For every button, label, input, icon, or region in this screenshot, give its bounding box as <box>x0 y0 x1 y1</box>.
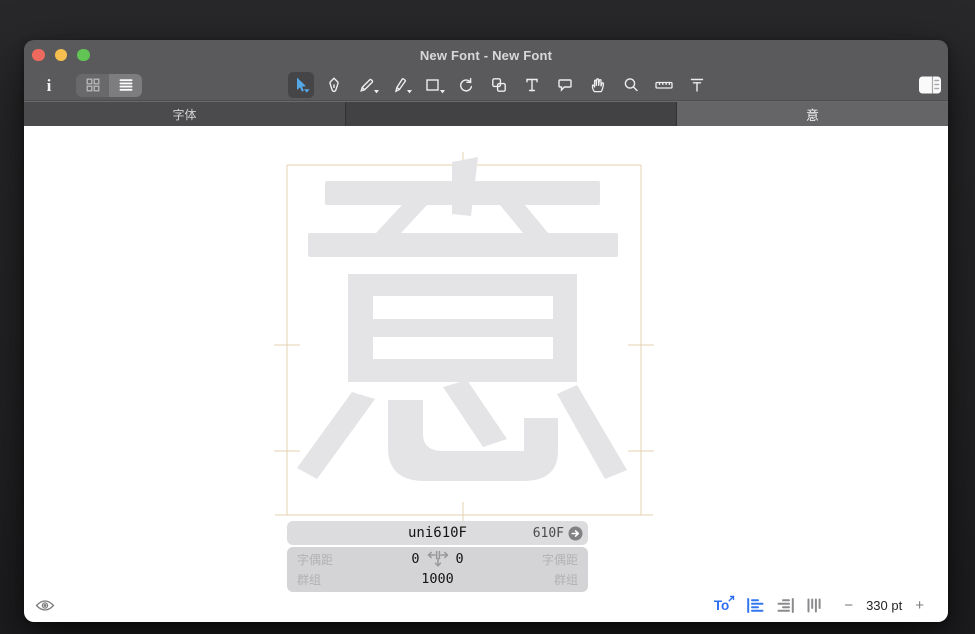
glyph-info-panel: uni610F 610F 字偶距 0 <box>287 521 588 592</box>
eye-icon <box>35 598 55 613</box>
preview-toggle-button[interactable] <box>35 598 55 613</box>
kerning-toggle-button[interactable]: To <box>714 598 735 613</box>
sidebar-toggle-button[interactable] <box>917 74 943 96</box>
sidebearing-row: 字偶距 0 <box>287 549 588 569</box>
vertical-direction-button[interactable] <box>807 598 821 613</box>
glyph-info-header: uni610F 610F <box>287 521 588 545</box>
truetype-instructor-tool[interactable] <box>684 72 710 98</box>
shape-pen-tool[interactable] <box>387 72 413 98</box>
glyph-metrics-block: 字偶距 0 <box>287 547 588 592</box>
rotate-tool[interactable] <box>453 72 479 98</box>
view-mode-segmented-control <box>76 74 142 97</box>
go-to-unicode-button[interactable] <box>568 526 583 541</box>
dropdown-chevron-icon <box>440 90 445 94</box>
info-icon: i <box>47 77 52 94</box>
hand-tool[interactable] <box>585 72 611 98</box>
scale-tool[interactable] <box>486 72 512 98</box>
pen-icon <box>325 76 343 94</box>
rtl-align-icon <box>777 598 794 613</box>
left-sidebearing-field[interactable]: 0 <box>411 551 419 567</box>
text-tool[interactable] <box>519 72 545 98</box>
group-right-field[interactable]: 群组 <box>514 571 588 588</box>
ruler-icon <box>654 76 674 94</box>
select-tool[interactable] <box>288 72 314 98</box>
font-info-button[interactable]: i <box>38 73 60 97</box>
zoom-window-button[interactable] <box>77 49 90 62</box>
tab-font[interactable]: 字体 <box>24 102 345 126</box>
tab-glyph-active[interactable]: 意 <box>677 102 948 126</box>
dropdown-chevron-icon <box>374 90 379 94</box>
sidebar-panel-icon <box>918 75 942 95</box>
kerning-left-field[interactable]: 字偶距 <box>287 551 361 568</box>
ltr-direction-button[interactable] <box>747 598 764 613</box>
vertical-text-icon <box>807 598 821 613</box>
annotation-tool[interactable] <box>552 72 578 98</box>
scale-icon <box>490 76 508 94</box>
tt-instructor-icon <box>688 76 706 94</box>
zoom-out-button[interactable]: − <box>844 598 853 613</box>
tab-font-label: 字体 <box>172 106 196 123</box>
list-view-icon <box>119 78 133 92</box>
width-row: 群组 1000 群组 <box>287 569 588 589</box>
glyph-unicode: 610F <box>533 526 564 541</box>
tab-bar: 字体 意 <box>24 101 948 126</box>
text-tool-icon <box>523 76 541 94</box>
glyph-name[interactable]: uni610F <box>408 525 467 541</box>
zoom-in-button[interactable]: + <box>915 598 924 613</box>
zoom-tool[interactable] <box>618 72 644 98</box>
ltr-align-icon <box>747 598 764 613</box>
grid-view-icon <box>86 78 100 92</box>
magnifier-icon <box>622 76 640 94</box>
close-button[interactable] <box>32 49 45 62</box>
metrics-arrows-icon <box>427 549 449 569</box>
glyph-placeholder-outline <box>297 157 627 481</box>
speech-bubble-icon <box>556 76 574 94</box>
glyph-width-field[interactable]: 1000 <box>421 571 454 587</box>
glyph-unicode-group: 610F <box>533 521 583 545</box>
toolbar: i <box>24 70 948 101</box>
window-title: New Font - New Font <box>420 48 552 63</box>
traffic-lights <box>32 40 90 70</box>
hand-icon <box>589 76 607 94</box>
rtl-direction-button[interactable] <box>777 598 794 613</box>
rotate-icon <box>457 76 475 94</box>
list-view-button[interactable] <box>109 74 142 97</box>
edit-canvas[interactable]: uni610F 610F 字偶距 0 <box>24 126 948 622</box>
measure-tool[interactable] <box>651 72 677 98</box>
pen-tool[interactable] <box>321 72 347 98</box>
grid-view-button[interactable] <box>76 74 109 97</box>
select-arrow-icon <box>292 76 311 95</box>
desktop-background: { "titlebar": { "title": "New Font - New… <box>0 0 975 634</box>
title-bar[interactable]: New Font - New Font <box>24 40 948 70</box>
primitives-tool[interactable] <box>420 72 446 98</box>
app-window: New Font - New Font i <box>24 40 948 622</box>
group-left-field[interactable]: 群组 <box>287 571 361 588</box>
kerning-right-field[interactable]: 字偶距 <box>514 551 588 568</box>
kerning-arrow-icon <box>728 595 735 602</box>
tab-glyph-label: 意 <box>806 105 819 124</box>
minimize-button[interactable] <box>55 49 68 62</box>
kerning-toggle-label: To <box>714 598 730 613</box>
tab-bar-spacer <box>346 102 676 126</box>
view-controls: To <box>714 596 924 614</box>
right-sidebearing-field[interactable]: 0 <box>456 551 464 567</box>
tool-palette <box>288 72 710 98</box>
zoom-level-field[interactable]: 330 pt <box>866 598 902 613</box>
dropdown-chevron-icon <box>407 90 412 94</box>
pencil-tool[interactable] <box>354 72 380 98</box>
